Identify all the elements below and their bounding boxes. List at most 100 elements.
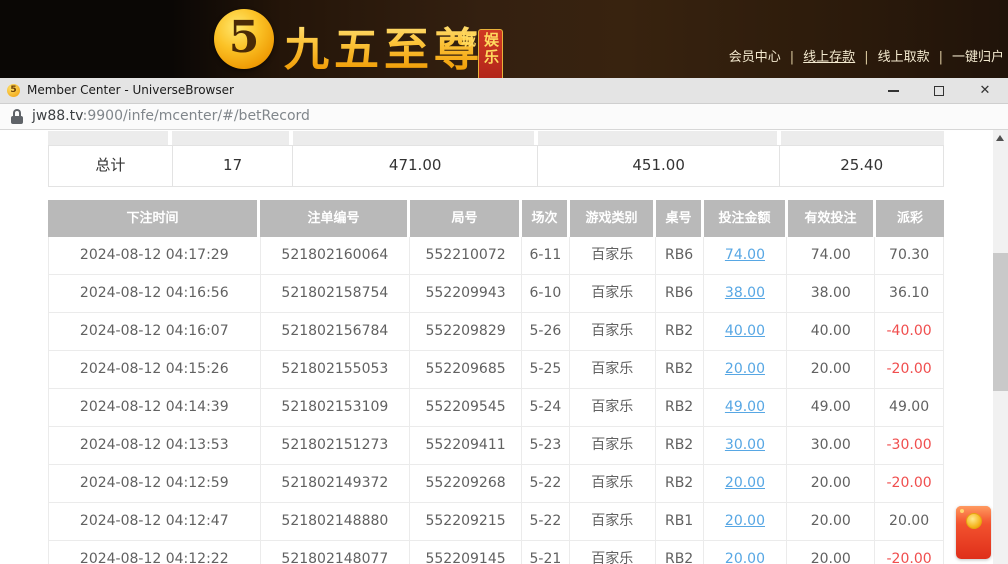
column-header: 桌号	[656, 200, 704, 237]
window-controls: ✕	[870, 78, 1008, 104]
url-text[interactable]: jw88.tv:9900/infe/mcenter/#/betRecord	[32, 104, 310, 129]
bet-amount-link[interactable]: 40.00	[725, 323, 765, 339]
cell: 521802148880	[261, 503, 411, 540]
summary-hidden-cell	[293, 131, 538, 145]
logo-symbol: 5	[229, 12, 260, 63]
maximize-icon	[934, 86, 944, 96]
bet-amount-link[interactable]: 20.00	[725, 475, 765, 491]
site-logo-text: 九五至尊	[284, 13, 484, 78]
bet-table-body: 2024-08-12 04:17:29521802160064552210072…	[48, 237, 944, 564]
bet-amount-link[interactable]: 20.00	[725, 551, 765, 564]
bet-amount-link[interactable]: 74.00	[725, 247, 765, 263]
cell: 20.00	[787, 465, 875, 502]
cell: RB2	[656, 465, 704, 502]
cell: 70.30	[875, 237, 943, 274]
cell: 百家乐	[570, 237, 656, 274]
cell: 2024-08-12 04:16:07	[49, 313, 261, 350]
cell: 552209685	[410, 351, 522, 388]
bet-amount-link[interactable]: 30.00	[725, 437, 765, 453]
browser-app-icon: 5	[7, 84, 20, 97]
cell: 74.00	[704, 237, 788, 274]
column-header: 下注时间	[48, 200, 260, 237]
cell: 百家乐	[570, 465, 656, 502]
table-row: 2024-08-12 04:16:07521802156784552209829…	[49, 313, 943, 351]
table-row: 2024-08-12 04:14:39521802153109552209545…	[49, 389, 943, 427]
nav-link[interactable]: 线上取款	[878, 50, 930, 65]
maximize-button[interactable]	[916, 78, 962, 104]
cell: RB2	[656, 351, 704, 388]
table-row: 2024-08-12 04:13:53521802151273552209411…	[49, 427, 943, 465]
nav-link[interactable]: 线上存款	[803, 50, 855, 65]
logo-badge: 娱乐城	[478, 29, 503, 78]
cell: 30.00	[787, 427, 875, 464]
summary-partial-row	[48, 131, 944, 145]
cell: 36.10	[875, 275, 943, 312]
bet-amount-link[interactable]: 20.00	[725, 513, 765, 529]
close-icon: ✕	[980, 78, 991, 104]
minimize-icon	[888, 90, 899, 92]
table-row: 2024-08-12 04:17:29521802160064552210072…	[49, 237, 943, 275]
summary-cell: 451.00	[538, 146, 780, 186]
cell: 2024-08-12 04:12:22	[49, 541, 261, 564]
nav-separator: |	[939, 50, 943, 65]
summary-hidden-cell	[538, 131, 781, 145]
cell: RB2	[656, 541, 704, 564]
red-envelope-promo-icon[interactable]	[956, 506, 991, 559]
cell: 521802153109	[261, 389, 411, 426]
cell: 552209268	[410, 465, 522, 502]
url-host: jw88.tv	[32, 108, 83, 124]
bet-amount-link[interactable]: 20.00	[725, 361, 765, 377]
vertical-scrollbar[interactable]	[993, 130, 1008, 564]
summary-cell: 25.40	[780, 146, 943, 186]
cell: 20.00	[704, 351, 788, 388]
cell: -40.00	[875, 313, 943, 350]
lock-icon	[11, 109, 23, 124]
cell: 521802155053	[261, 351, 411, 388]
column-header: 注单编号	[260, 200, 410, 237]
cell: 2024-08-12 04:14:39	[49, 389, 261, 426]
cell: 552209943	[410, 275, 522, 312]
cell: 49.00	[787, 389, 875, 426]
bet-amount-link[interactable]: 38.00	[725, 285, 765, 301]
window-titlebar: 5 Member Center - UniverseBrowser ✕	[0, 78, 1008, 104]
envelope-dot	[960, 509, 964, 513]
banner-nav: 会员中心|线上存款|线上取款|一键归户	[729, 46, 1004, 65]
cell: 38.00	[787, 275, 875, 312]
column-header: 派彩	[876, 200, 944, 237]
minimize-button[interactable]	[870, 78, 916, 104]
table-row: 2024-08-12 04:12:59521802149372552209268…	[49, 465, 943, 503]
scrollbar-thumb[interactable]	[993, 253, 1008, 391]
nav-separator: |	[864, 50, 868, 65]
cell: 5-21	[522, 541, 570, 564]
summary-cell: 17	[173, 146, 294, 186]
url-path: :9900/infe/mcenter/#/betRecord	[83, 108, 310, 124]
nav-link[interactable]: 会员中心	[729, 50, 781, 65]
cell: 2024-08-12 04:16:56	[49, 275, 261, 312]
cell: 74.00	[787, 237, 875, 274]
nav-link[interactable]: 一键归户	[952, 50, 1004, 65]
cell: 30.00	[704, 427, 788, 464]
cell: 6-11	[522, 237, 570, 274]
cell: RB1	[656, 503, 704, 540]
cell: 521802158754	[261, 275, 411, 312]
cell: 5-22	[522, 503, 570, 540]
cell: 5-23	[522, 427, 570, 464]
page-content: 总计17471.00451.0025.40 下注时间注单编号局号场次游戏类别桌号…	[0, 130, 1008, 564]
cell: 49.00	[875, 389, 943, 426]
table-row: 2024-08-12 04:15:26521802155053552209685…	[49, 351, 943, 389]
column-header: 局号	[410, 200, 522, 237]
address-bar[interactable]: jw88.tv:9900/infe/mcenter/#/betRecord	[0, 104, 1008, 130]
cell: 百家乐	[570, 389, 656, 426]
column-header: 有效投注	[788, 200, 876, 237]
cell: 521802151273	[261, 427, 411, 464]
cell: -20.00	[875, 351, 943, 388]
close-button[interactable]: ✕	[962, 78, 1008, 104]
bet-record-table: 下注时间注单编号局号场次游戏类别桌号投注金额有效投注派彩 2024-08-12 …	[48, 200, 944, 564]
cell: -20.00	[875, 541, 943, 564]
cell: 552209411	[410, 427, 522, 464]
bet-amount-link[interactable]: 49.00	[725, 399, 765, 415]
cell: 552209215	[410, 503, 522, 540]
scroll-up-icon[interactable]	[996, 135, 1004, 141]
summary-total-row: 总计17471.00451.0025.40	[48, 145, 944, 187]
app-icon-glyph: 5	[10, 85, 16, 95]
